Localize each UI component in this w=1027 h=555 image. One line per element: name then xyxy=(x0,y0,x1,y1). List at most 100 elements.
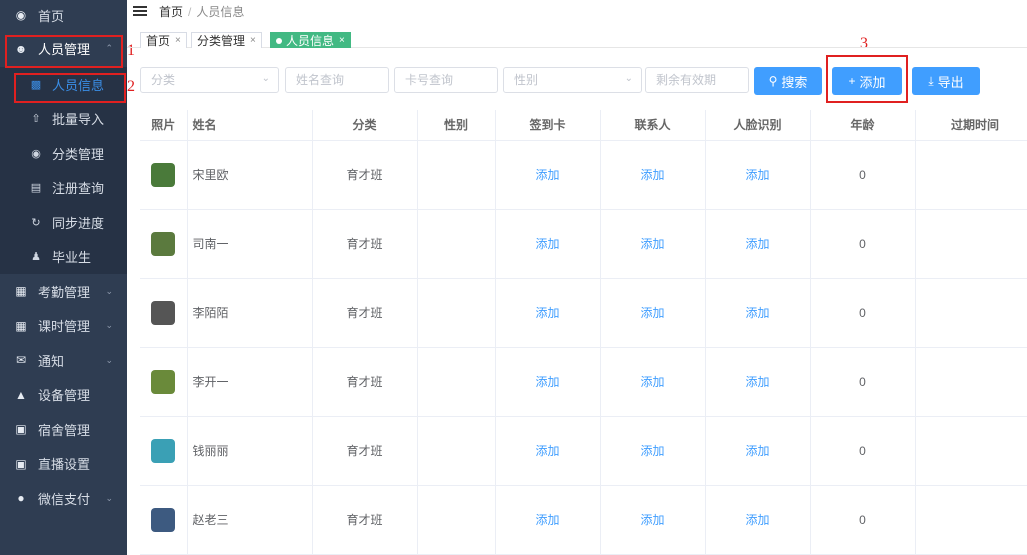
card-search-input[interactable] xyxy=(394,67,498,93)
search-button-label: 搜索 xyxy=(781,74,808,90)
breadcrumb-current: 人员信息 xyxy=(196,4,245,19)
sidebar-item-sync-progress[interactable]: ↻ 同步进度 xyxy=(0,205,127,240)
search-icon: ⚲ xyxy=(768,74,778,88)
download-icon: ⤓ xyxy=(928,73,934,88)
chevron-down-icon: ⌄ xyxy=(624,73,633,84)
sidebar-item-label: 毕业生 xyxy=(52,250,92,266)
tab-home[interactable]: 首页 × xyxy=(140,32,187,48)
nav-item-label: 通知 xyxy=(38,353,65,369)
sidebar-item-label: 同步进度 xyxy=(52,215,105,231)
face-cell: 添加 xyxy=(705,416,811,486)
add-contact-link[interactable]: 添加 xyxy=(640,168,664,182)
nav-item-label: 考勤管理 xyxy=(38,284,91,300)
add-contact-link[interactable]: 添加 xyxy=(640,306,664,320)
nav-item-personnel[interactable]: ☻ 人员管理 ⌃ xyxy=(0,30,127,67)
expire-cell xyxy=(915,140,1027,210)
person-table: 照片 姓名 分类 性别 签到卡 联系人 人脸识别 年龄 过期时间 宋里欧 育才班… xyxy=(140,110,1027,555)
name-cell: 李开一 xyxy=(187,347,313,417)
breadcrumb-home[interactable]: 首页 xyxy=(159,5,183,19)
nav-item-home[interactable]: ◉ 首页 xyxy=(0,0,127,30)
add-contact-link[interactable]: 添加 xyxy=(640,444,664,458)
add-card-link[interactable]: 添加 xyxy=(535,168,559,182)
nav-item-label: 微信支付 xyxy=(38,491,91,507)
nav-item-device[interactable]: ▲ 设备管理 xyxy=(0,378,127,413)
nav-item-label: 宿舍管理 xyxy=(38,422,91,438)
age-cell: 0 xyxy=(810,140,916,210)
chevron-down-icon: ⌄ xyxy=(105,492,113,503)
sidebar-item-category-manage[interactable]: ◉ 分类管理 xyxy=(0,136,127,171)
add-card-link[interactable]: 添加 xyxy=(535,306,559,320)
add-button[interactable]: + 添加 xyxy=(832,67,902,95)
close-icon[interactable]: × xyxy=(339,35,345,46)
sidebar-item-graduates[interactable]: ♟ 毕业生 xyxy=(0,239,127,274)
add-face-link[interactable]: 添加 xyxy=(745,375,769,389)
validity-input[interactable] xyxy=(645,67,749,93)
add-contact-link[interactable]: 添加 xyxy=(640,375,664,389)
nav-item-label: 人员管理 xyxy=(38,42,91,57)
add-card-link[interactable]: 添加 xyxy=(535,513,559,527)
category-icon: ◉ xyxy=(31,147,41,160)
photo-cell xyxy=(140,347,188,417)
sidebar-item-person-info[interactable]: ▩ 人员信息 xyxy=(0,67,127,102)
tab-label: 人员信息 xyxy=(286,34,335,48)
annotation-2: 2 xyxy=(127,78,135,95)
sidebar-item-batch-import[interactable]: ⇧ 批量导入 xyxy=(0,101,127,136)
add-card-link[interactable]: 添加 xyxy=(535,375,559,389)
chevron-down-icon: ⌄ xyxy=(105,320,113,331)
nav-item-wechat-pay[interactable]: ● 微信支付 ⌄ xyxy=(0,481,127,516)
table-row: 司南一 育才班 添加 添加 添加 0 xyxy=(140,209,1027,279)
add-card-link[interactable]: 添加 xyxy=(535,237,559,251)
live-icon: ▣ xyxy=(15,456,27,471)
name-cell: 司南一 xyxy=(187,209,313,279)
breadcrumb: 首页 / 人员信息 xyxy=(159,3,244,20)
add-contact-link[interactable]: 添加 xyxy=(640,237,664,251)
age-cell: 0 xyxy=(810,347,916,417)
grid-icon: ▦ xyxy=(15,318,27,333)
close-icon[interactable]: × xyxy=(175,35,181,46)
col-header-photo: 照片 xyxy=(140,110,188,141)
category-select[interactable]: ⌄ xyxy=(140,67,279,93)
add-face-link[interactable]: 添加 xyxy=(745,237,769,251)
age-cell: 0 xyxy=(810,416,916,486)
nav-item-label: 直播设置 xyxy=(38,457,91,473)
add-button-label: 添加 xyxy=(859,74,886,90)
add-face-link[interactable]: 添加 xyxy=(745,168,769,182)
sidebar-item-label: 批量导入 xyxy=(52,112,105,128)
table-row: 钱丽丽 育才班 添加 添加 添加 0 xyxy=(140,416,1027,486)
add-card-link[interactable]: 添加 xyxy=(535,444,559,458)
nav-item-attendance[interactable]: ▦ 考勤管理 ⌄ xyxy=(0,274,127,309)
photo-cell xyxy=(140,209,188,279)
contact-cell: 添加 xyxy=(600,485,706,555)
add-face-link[interactable]: 添加 xyxy=(745,513,769,527)
search-button[interactable]: ⚲ 搜索 xyxy=(754,67,822,95)
tab-category-manage[interactable]: 分类管理 × xyxy=(191,32,262,48)
chevron-down-icon: ⌄ xyxy=(261,73,270,84)
name-search-input[interactable] xyxy=(285,67,389,93)
gender-select[interactable]: ⌄ xyxy=(503,67,642,93)
add-contact-link[interactable]: 添加 xyxy=(640,513,664,527)
sidebar-item-register-query[interactable]: ▤ 注册查询 xyxy=(0,170,127,205)
export-button[interactable]: ⤓ 导出 xyxy=(912,67,980,95)
add-face-link[interactable]: 添加 xyxy=(745,306,769,320)
nav-item-notice[interactable]: ✉ 通知 ⌄ xyxy=(0,343,127,378)
validity-field[interactable] xyxy=(656,68,748,92)
category-select-input[interactable] xyxy=(151,68,278,92)
chevron-down-icon: ⌄ xyxy=(105,354,113,365)
name-search-field[interactable] xyxy=(296,68,388,92)
tab-person-info[interactable]: 人员信息 × xyxy=(270,32,351,48)
col-header-gender: 性别 xyxy=(417,110,496,141)
add-face-link[interactable]: 添加 xyxy=(745,444,769,458)
age-cell: 0 xyxy=(810,209,916,279)
card-search-field[interactable] xyxy=(405,68,497,92)
table-row: 宋里欧 育才班 添加 添加 添加 0 xyxy=(140,140,1027,210)
gender-select-input[interactable] xyxy=(514,68,641,92)
category-cell: 育才班 xyxy=(312,416,418,486)
gender-cell xyxy=(417,416,496,486)
card-cell: 添加 xyxy=(495,140,601,210)
nav-item-dorm[interactable]: ▣ 宿舍管理 xyxy=(0,412,127,447)
nav-item-live[interactable]: ▣ 直播设置 xyxy=(0,447,127,482)
close-icon[interactable]: × xyxy=(250,35,256,46)
hamburger-icon[interactable] xyxy=(133,6,147,16)
nav-item-class-hours[interactable]: ▦ 课时管理 ⌄ xyxy=(0,309,127,344)
name-cell: 赵老三 xyxy=(187,485,313,555)
